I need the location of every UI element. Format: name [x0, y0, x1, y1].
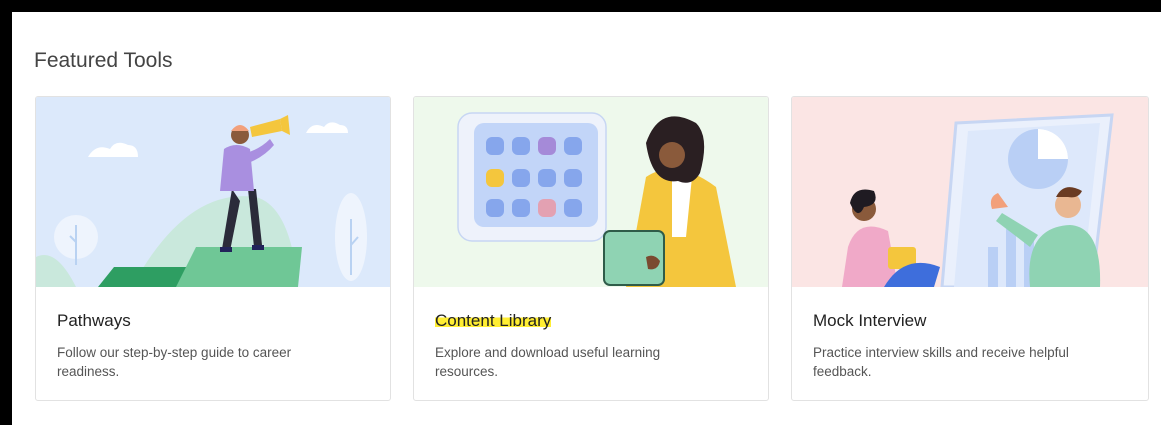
telescope-person-illustration-icon [36, 97, 390, 287]
card-pathways[interactable]: Pathways Follow our step-by-step guide t… [35, 96, 391, 401]
frame-border-left [0, 0, 12, 425]
card-description-mock-interview: Practice interview skills and receive he… [813, 345, 1069, 379]
card-title-pathways: Pathways [57, 311, 131, 330]
frame-border-top [0, 0, 1161, 12]
card-title-highlight: Content Library [435, 311, 552, 330]
card-content-library[interactable]: Content Library Explore and download use… [413, 96, 769, 401]
section-title: Featured Tools [34, 49, 173, 72]
card-title-mock-interview: Mock Interview [813, 311, 927, 330]
card-title-content-library: Content Library [435, 311, 552, 331]
card-mock-interview[interactable]: Mock Interview Practice interview skills… [791, 96, 1149, 401]
library-grid-illustration-icon [414, 97, 768, 287]
card-description-pathways: Follow our step-by-step guide to career … [57, 345, 292, 379]
card-description-content-library: Explore and download useful learning res… [435, 345, 661, 379]
interview-illustration-icon [792, 97, 1148, 287]
